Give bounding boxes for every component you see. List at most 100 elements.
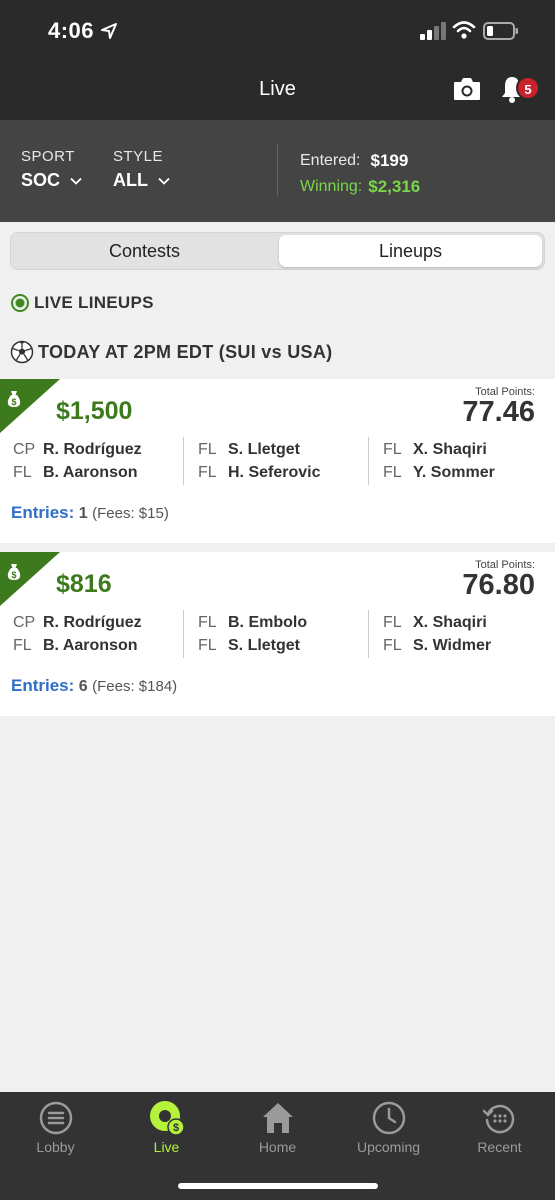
tab-home-label: Home [258,1139,297,1155]
player-slot: FL B. Embolo [198,614,307,632]
svg-text:$: $ [11,570,16,580]
player-position: CP [13,441,36,458]
tab-lobby-label: Lobby [36,1139,75,1155]
player-position: FL [13,637,32,654]
winning-label: Winning: [300,178,363,195]
entered-label: Entered: [300,152,361,169]
notification-badge[interactable]: 5 [516,76,540,100]
lobby-icon [39,1101,72,1135]
player-slot: FL X. Shaqiri [383,441,487,459]
status-bar: 4:06 [0,0,555,62]
column-divider [183,437,184,485]
tab-upcoming-label: Upcoming [356,1139,421,1155]
chevron-down-icon [70,177,82,185]
player-slot: CP R. Rodríguez [13,441,142,459]
player-name: S. Widmer [413,637,492,654]
player-slot: CP R. Rodríguez [13,614,142,632]
player-position: FL [198,441,217,458]
player-name: R. Rodríguez [43,441,142,458]
money-bag-icon: $ [0,552,60,606]
tab-upcoming[interactable]: Upcoming [333,1100,444,1155]
entered-row: Entered: $199 [300,148,420,174]
home-indicator[interactable] [178,1183,378,1189]
column-divider [368,610,369,658]
entry-stats: Entered: $199 Winning: $2,316 [300,148,420,200]
clock-icon [372,1101,405,1135]
tab-recent[interactable]: Recent [444,1100,555,1155]
player-name: S. Lletget [228,637,301,654]
tab-home[interactable]: Home [222,1100,333,1155]
player-name: B. Aaronson [43,637,138,654]
sport-filter-label: SPORT [21,148,75,165]
tab-contests[interactable]: Contests [13,235,276,267]
sport-filter[interactable]: SPORT SOC [21,148,82,191]
battery-icon [483,22,518,40]
player-position: FL [383,464,402,481]
winning-row: Winning: $2,316 [300,174,420,200]
player-position: FL [198,614,217,631]
player-slot: FL H. Seferovic [198,464,320,482]
live-icon: $ [149,1101,185,1136]
live-indicator-icon [11,294,29,312]
view-segmented-control: Contests Lineups [10,232,545,270]
player-name: Y. Sommer [413,464,495,481]
total-points-value: 76.80 [462,569,535,601]
player-slot: FL B. Aaronson [13,637,138,655]
money-bag-icon: $ [0,379,60,433]
app-header: 4:06 Live 5 [0,0,555,120]
player-name: X. Shaqiri [413,614,487,631]
player-position: FL [198,464,217,481]
prize-amount: $1,500 [56,397,133,425]
player-name: X. Shaqiri [413,441,487,458]
player-slot: FL S. Lletget [198,441,300,459]
match-heading-text: TODAY AT 2PM EDT (SUI vs USA) [38,341,333,362]
style-filter-label: STYLE [113,148,164,165]
lineup-card[interactable]: $ $1,500 Total Points: 77.46 CP R. Rodríg… [0,379,555,543]
chevron-down-icon [158,177,170,185]
live-lineups-text: LIVE LINEUPS [34,293,154,312]
entries-count: 1 [78,505,88,522]
signal-icon [420,22,446,40]
player-slot: FL B. Aaronson [13,464,138,482]
style-filter-value[interactable]: ALL [113,170,170,191]
svg-text:$: $ [172,1122,178,1134]
entry-fees: (Fees: $15) [92,505,169,522]
player-position: FL [13,464,32,481]
entries-label: Entries: [11,676,75,695]
player-position: FL [383,614,402,631]
tab-lobby[interactable]: Lobby [0,1100,111,1155]
style-value-text: ALL [113,170,148,190]
entries-label: Entries: [11,503,75,522]
player-position: CP [13,614,36,631]
player-slot: FL S. Lletget [198,637,300,655]
wifi-icon [452,21,476,39]
column-divider [368,437,369,485]
lineup-card[interactable]: $ $816 Total Points: 76.80 CP R. Rodrígue… [0,552,555,716]
entries-info[interactable]: Entries: 6 (Fees: $184) [11,676,177,696]
player-name: S. Lletget [228,441,301,458]
tab-live[interactable]: $ Live [111,1100,222,1155]
style-filter[interactable]: STYLE ALL [113,148,170,191]
filter-bar: SPORT SOC STYLE ALL Entered: $199 Winnin… [0,120,555,222]
total-points-value: 77.46 [462,396,535,428]
player-position: FL [383,441,402,458]
filter-divider [277,144,278,196]
player-name: H. Seferovic [228,464,321,481]
tab-lineups[interactable]: Lineups [279,235,542,267]
entered-value: $199 [370,151,409,170]
status-time: 4:06 [48,18,95,43]
winning-value: $2,316 [368,177,421,196]
live-lineups-heading: LIVE LINEUPS [10,293,154,313]
player-name: B. Aaronson [43,464,138,481]
camera-icon[interactable] [452,75,482,103]
entries-count: 6 [78,678,88,695]
tab-live-label: Live [153,1139,180,1155]
player-slot: FL Y. Sommer [383,464,495,482]
entries-info[interactable]: Entries: 1 (Fees: $15) [11,503,169,523]
sport-filter-value[interactable]: SOC [21,170,82,191]
sport-value-text: SOC [21,170,61,190]
player-name: R. Rodríguez [43,614,142,631]
svg-text:$: $ [11,397,16,407]
player-position: FL [383,637,402,654]
player-position: FL [198,637,217,654]
